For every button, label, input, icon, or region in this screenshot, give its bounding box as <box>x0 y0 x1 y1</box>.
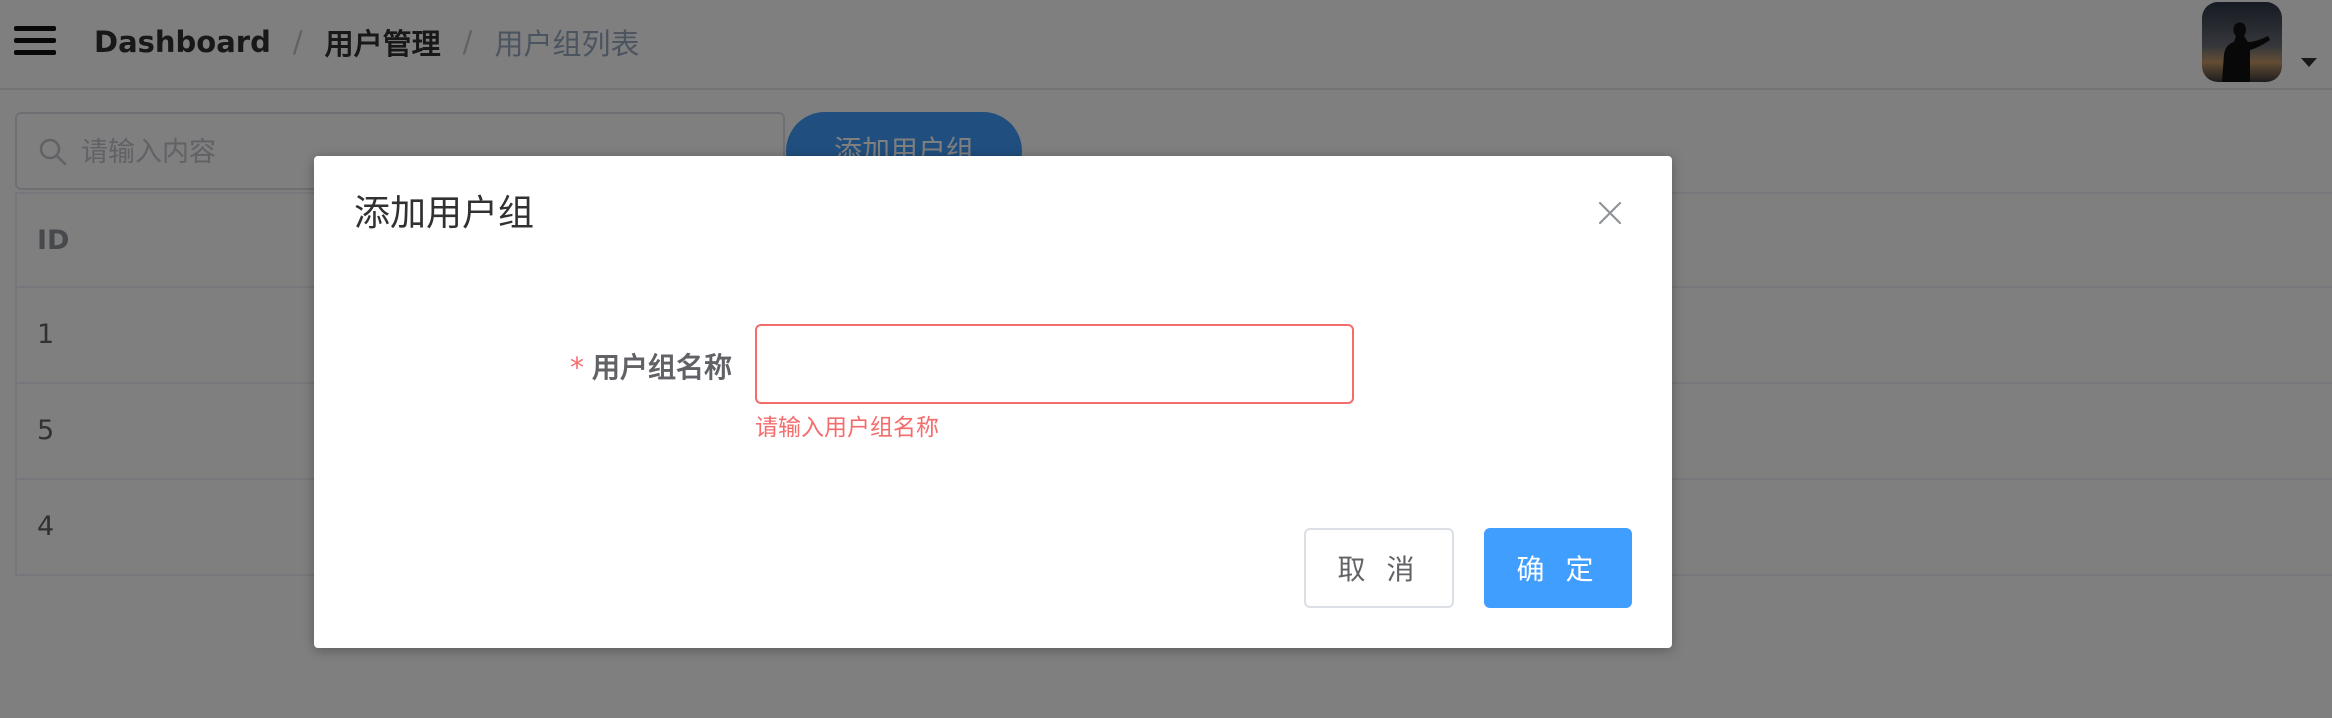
confirm-button[interactable]: 确 定 <box>1484 528 1632 608</box>
group-name-label-text: 用户组名称 <box>592 351 733 384</box>
required-marker: * <box>570 351 584 384</box>
dialog-title: 添加用户组 <box>354 193 535 234</box>
close-icon[interactable] <box>1598 201 1622 225</box>
cancel-button[interactable]: 取 消 <box>1304 528 1454 608</box>
group-name-input[interactable] <box>755 324 1354 404</box>
group-name-error: 请输入用户组名称 <box>755 415 939 441</box>
add-user-group-dialog: 添加用户组 * 用户组名称 请输入用户组名称 取 消 确 定 <box>314 156 1672 648</box>
